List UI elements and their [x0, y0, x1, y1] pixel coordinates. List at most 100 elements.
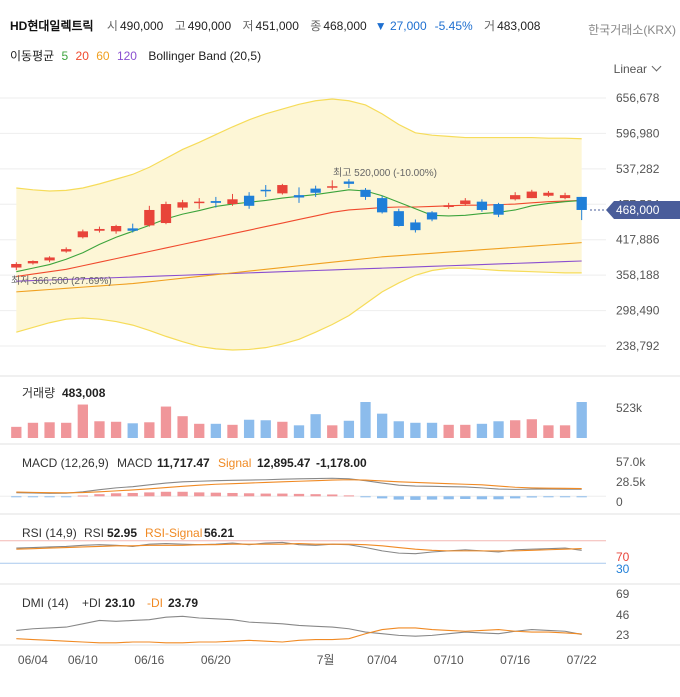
candle-body	[61, 249, 72, 252]
macd-osc-bar	[94, 494, 105, 497]
pdi-value: 23.10	[105, 596, 135, 610]
macd-osc-bar	[127, 492, 138, 497]
candle-body	[360, 189, 371, 197]
macd-ytick-mid: 28.5k	[616, 475, 646, 489]
macd-osc-bar	[44, 496, 55, 498]
macd-osc-bar	[476, 496, 488, 500]
x-tick-label: 07/10	[434, 653, 464, 667]
volume-bar	[127, 423, 138, 438]
macd-osc-bar	[559, 496, 571, 498]
stock-chart[interactable]: 656,678596,980537,282477,584417,886358,1…	[0, 0, 680, 697]
x-tick-label: 7월	[317, 653, 335, 667]
candle-body	[11, 263, 22, 268]
volume-bar	[110, 421, 122, 438]
macd-value: 11,717.47	[157, 456, 210, 470]
macd-osc-bar	[443, 496, 454, 500]
macd-osc-bar	[177, 491, 188, 497]
x-tick-label: 06/04	[18, 653, 48, 667]
candle-body	[210, 201, 222, 203]
x-axis: 06/04 06/10 06/16 06/20 7월 07/04 07/10 07/16 07/…	[18, 653, 597, 667]
x-tick-label: 07/04	[367, 653, 397, 667]
volume-bar	[44, 422, 55, 438]
candle-body	[510, 195, 521, 200]
candle-body	[310, 188, 321, 193]
rsi-title: RSI (14,9)	[22, 526, 77, 540]
volume-bar	[443, 424, 454, 438]
candle-body	[260, 189, 271, 192]
volume-bar	[393, 421, 404, 438]
macd-osc-bar	[77, 495, 88, 497]
volume-bar	[360, 402, 371, 438]
macd-osc-bar	[293, 493, 305, 497]
volume-bar	[327, 425, 338, 438]
volume-bar	[460, 424, 471, 438]
candle-body	[426, 212, 438, 220]
volume-bar	[277, 421, 288, 438]
volume-bar	[260, 420, 271, 438]
macd-osc-bar	[310, 494, 321, 497]
x-tick-label: 06/20	[201, 653, 231, 667]
volume-bar	[426, 422, 438, 438]
volume-bar	[510, 420, 521, 438]
macd-osc-bar	[327, 494, 338, 497]
volume-bar	[227, 424, 238, 438]
mdi-value: 23.79	[168, 596, 198, 610]
rsi-line	[16, 541, 582, 555]
macd-osc-bar	[61, 496, 72, 498]
volume-bar	[177, 416, 188, 438]
candle-body	[243, 195, 255, 206]
volume-bar	[11, 426, 22, 438]
volume-bar	[160, 406, 172, 438]
candle-body	[177, 202, 188, 208]
last-price-tag: 468,000	[606, 200, 680, 219]
macd-title: MACD (12,26,9)	[22, 456, 109, 470]
volume-bar	[343, 420, 355, 438]
candle-body	[376, 198, 388, 213]
macd-osc-bar	[110, 493, 122, 497]
volume-bar	[27, 422, 39, 438]
volume-bar	[61, 422, 72, 438]
macd-osc-value: -1,178.00	[316, 456, 367, 470]
volume-bar	[293, 425, 305, 438]
rsi-value: 52.95	[107, 526, 137, 540]
macd-osc-bar	[376, 496, 388, 499]
candle-body	[27, 261, 39, 264]
macd-osc-bar	[576, 496, 587, 498]
candle-body	[327, 186, 338, 188]
price-ytick: 298,490	[616, 304, 660, 318]
volume-bar	[94, 421, 105, 438]
mdi-label: -DI	[147, 596, 163, 610]
macd-osc-bar	[360, 496, 371, 498]
volume-bar	[410, 422, 421, 438]
volume-bar	[210, 423, 222, 438]
x-tick-label: 07/22	[567, 653, 597, 667]
min-label: 최저 366,500 (27.69%)	[11, 275, 112, 287]
volume-bar	[526, 419, 537, 438]
macd-osc-bar	[243, 493, 255, 497]
macd-osc-bar	[410, 496, 421, 500]
volume-title-value: 483,008	[62, 386, 106, 400]
volume-title: 거래량	[22, 386, 55, 400]
candle-body	[526, 191, 537, 199]
volume-bars	[11, 402, 587, 438]
candle-body	[44, 257, 55, 261]
candle-body	[543, 192, 554, 196]
candle-body	[460, 200, 471, 205]
macd-osc-bar	[277, 493, 288, 497]
price-ytick: 417,886	[616, 233, 660, 247]
candle-body	[393, 211, 404, 226]
bollinger-band	[16, 98, 582, 351]
rsi-label: RSI	[84, 526, 104, 540]
volume-bar	[77, 404, 88, 438]
price-ytick: 656,678	[616, 91, 660, 105]
macd-osc-bar	[27, 496, 39, 498]
x-tick-label: 07/16	[500, 653, 530, 667]
macd-osc-bar	[260, 493, 271, 497]
candle-body	[77, 231, 88, 238]
macd-signal-value: 12,895.47	[257, 456, 311, 470]
x-tick-label: 06/16	[134, 653, 164, 667]
bollinger-fill	[16, 98, 582, 351]
pdi-label: +DI	[82, 596, 101, 610]
volume-bar	[310, 414, 321, 438]
price-ytick: 238,792	[616, 339, 660, 353]
